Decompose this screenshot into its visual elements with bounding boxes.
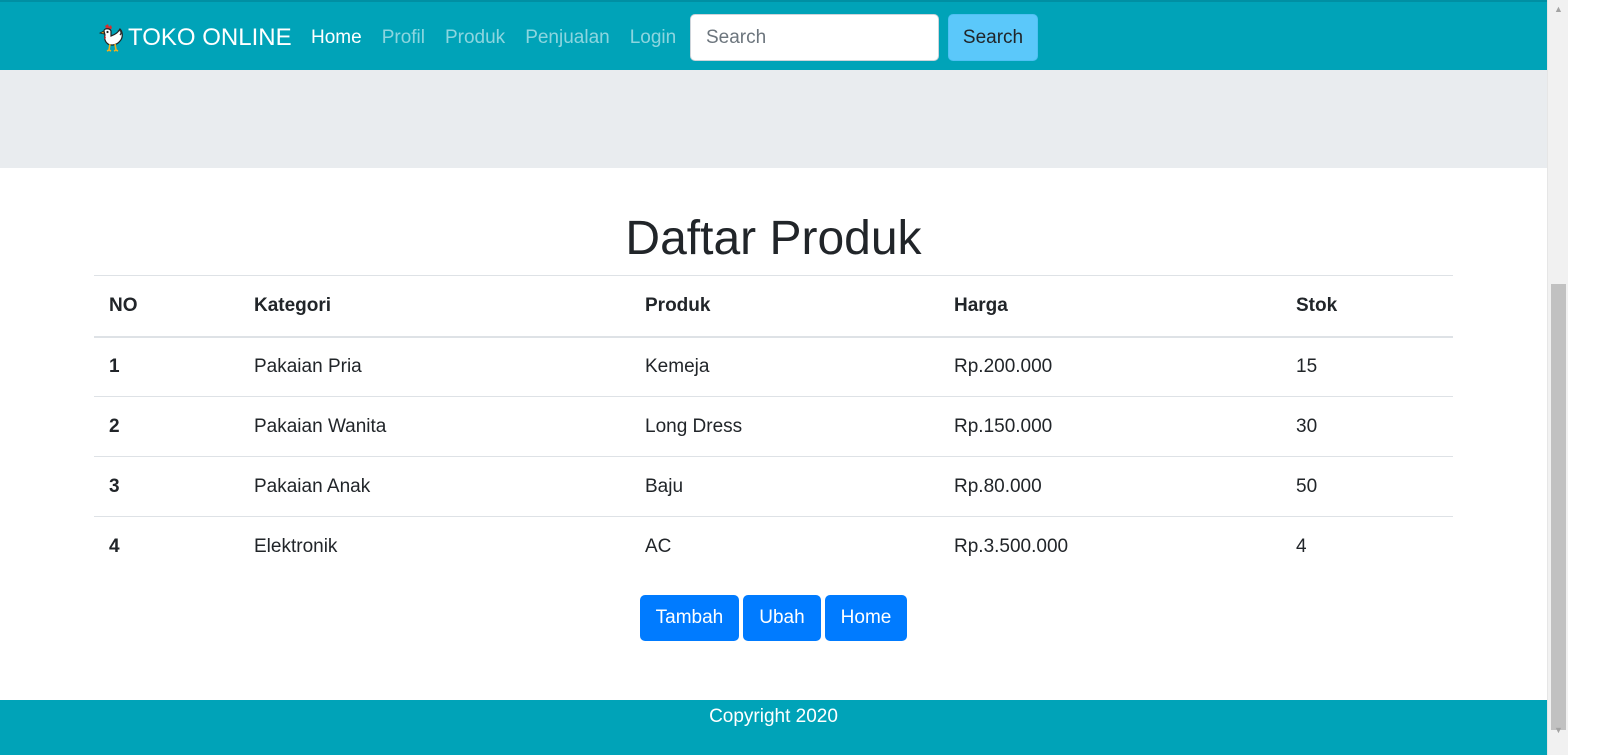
table-row: 1 Pakaian Pria Kemeja Rp.200.000 15: [94, 336, 1453, 397]
cell-produk: Baju: [630, 456, 939, 517]
cell-kategori: Pakaian Wanita: [239, 396, 630, 457]
cell-stok: 4: [1281, 516, 1453, 577]
nav-link-home[interactable]: Home: [311, 25, 362, 51]
nav-links: Home Profil Produk Penjualan Login: [311, 25, 696, 51]
table-row: 2 Pakaian Wanita Long Dress Rp.150.000 3…: [94, 396, 1453, 457]
search-input[interactable]: [690, 14, 939, 61]
ubah-button[interactable]: Ubah: [743, 595, 821, 641]
header-kategori: Kategori: [239, 275, 630, 338]
cell-kategori: Pakaian Pria: [239, 336, 630, 397]
navbar: TOKO ONLINE Home Profil Produk Penjualan…: [0, 0, 1547, 70]
cell-stok: 30: [1281, 396, 1453, 457]
scroll-up-icon[interactable]: ▲: [1548, 0, 1569, 17]
page-viewport: TOKO ONLINE Home Profil Produk Penjualan…: [0, 0, 1547, 755]
table-row: 4 Elektronik AC Rp.3.500.000 4: [94, 516, 1453, 577]
action-buttons: Tambah Ubah Home: [0, 595, 1547, 641]
cell-no: 3: [94, 456, 239, 517]
header-stok: Stok: [1281, 275, 1453, 338]
home-button[interactable]: Home: [824, 595, 908, 641]
cell-harga: Rp.200.000: [939, 336, 1281, 397]
table-header-row: NO Kategori Produk Harga Stok: [94, 275, 1453, 338]
nav-link-login[interactable]: Login: [630, 25, 677, 51]
cell-no: 2: [94, 396, 239, 457]
cell-kategori: Elektronik: [239, 516, 630, 577]
product-table: NO Kategori Produk Harga Stok 1 Pakaian …: [94, 275, 1453, 577]
cell-harga: Rp.80.000: [939, 456, 1281, 517]
nav-link-penjualan[interactable]: Penjualan: [525, 25, 610, 51]
brand-name: TOKO ONLINE: [128, 24, 292, 51]
cell-no: 4: [94, 516, 239, 577]
scrollbar-thumb[interactable]: [1551, 284, 1566, 730]
cell-stok: 50: [1281, 456, 1453, 517]
vertical-scrollbar[interactable]: ▲ ▼: [1547, 0, 1568, 755]
search-button[interactable]: Search: [948, 14, 1038, 61]
cell-kategori: Pakaian Anak: [239, 456, 630, 517]
cell-produk: AC: [630, 516, 939, 577]
cell-produk: Kemeja: [630, 336, 939, 397]
cell-harga: Rp.150.000: [939, 396, 1281, 457]
tambah-button[interactable]: Tambah: [639, 595, 740, 641]
nav-link-profil[interactable]: Profil: [382, 25, 425, 51]
table-row: 3 Pakaian Anak Baju Rp.80.000 50: [94, 456, 1453, 517]
table-body: 1 Pakaian Pria Kemeja Rp.200.000 15 2 Pa…: [94, 336, 1453, 577]
footer: Copyright 2020: [0, 700, 1547, 755]
header-no: NO: [94, 275, 239, 338]
rooster-icon: [96, 23, 126, 53]
nav-link-produk[interactable]: Produk: [445, 25, 505, 51]
brand-link[interactable]: TOKO ONLINE: [96, 23, 292, 53]
cell-stok: 15: [1281, 336, 1453, 397]
cell-no: 1: [94, 336, 239, 397]
cell-produk: Long Dress: [630, 396, 939, 457]
jumbotron: [0, 70, 1547, 168]
page-title: Daftar Produk: [625, 212, 922, 265]
table-header: NO Kategori Produk Harga Stok: [94, 275, 1453, 338]
scroll-down-icon[interactable]: ▼: [1548, 721, 1569, 738]
copyright-text: Copyright 2020: [709, 706, 838, 727]
header-produk: Produk: [630, 275, 939, 338]
header-harga: Harga: [939, 275, 1281, 338]
cell-harga: Rp.3.500.000: [939, 516, 1281, 577]
